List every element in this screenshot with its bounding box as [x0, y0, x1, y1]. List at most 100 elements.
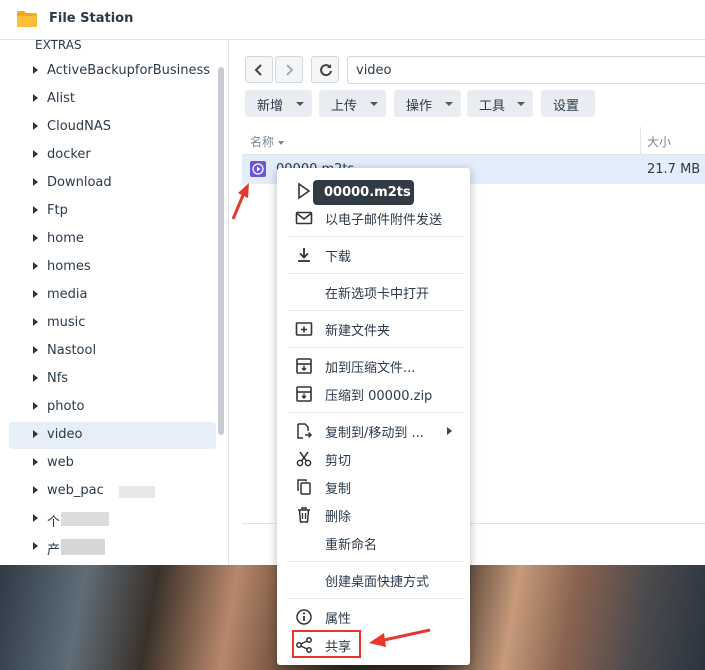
- sidebar-item-photo[interactable]: photo: [9, 394, 216, 421]
- sidebar-item-home[interactable]: home: [9, 226, 216, 253]
- tools-button[interactable]: 工具: [467, 90, 533, 117]
- blur-patch: [61, 512, 109, 526]
- submenu-arrow-icon: [447, 427, 452, 435]
- info-icon: [296, 609, 312, 625]
- column-name[interactable]: 名称: [250, 133, 284, 150]
- expand-arrow-icon[interactable]: [33, 374, 38, 382]
- menu-divider: [289, 236, 464, 237]
- expand-arrow-icon[interactable]: [33, 178, 38, 186]
- column-divider[interactable]: [640, 127, 641, 155]
- sidebar-partial-label: EXTRAS: [35, 40, 82, 52]
- menu-item-download[interactable]: 下载: [277, 242, 470, 268]
- context-menu: 播放 以电子邮件附件发送 下载 在新选项卡中打开 新建文件夹 加到压缩文件...…: [277, 168, 470, 665]
- settings-button[interactable]: 设置: [541, 90, 595, 117]
- file-size: 21.7 MB: [647, 162, 701, 177]
- sidebar-item-nastool[interactable]: Nastool: [9, 338, 216, 365]
- sidebar-item-homes[interactable]: homes: [9, 254, 216, 281]
- blur-patch: [61, 539, 105, 555]
- archive-icon: [296, 358, 312, 374]
- chevron-left-icon: [254, 64, 262, 76]
- sidebar-scrollbar[interactable]: [218, 67, 224, 435]
- back-button[interactable]: [245, 56, 273, 83]
- sidebar-item-activebackupforbusiness[interactable]: ActiveBackupforBusiness: [9, 58, 216, 85]
- expand-arrow-icon[interactable]: [33, 290, 38, 298]
- sidebar-item-download[interactable]: Download: [9, 170, 216, 197]
- menu-divider: [289, 598, 464, 599]
- refresh-icon: [320, 64, 332, 77]
- refresh-button[interactable]: [311, 56, 339, 83]
- upload-button[interactable]: 上传: [319, 90, 386, 117]
- title-bar: File Station: [0, 0, 705, 40]
- expand-arrow-icon[interactable]: [33, 234, 38, 242]
- expand-arrow-icon[interactable]: [33, 262, 38, 270]
- copy-icon: [297, 479, 311, 495]
- expand-arrow-icon[interactable]: [33, 150, 38, 158]
- menu-item-send-email[interactable]: 以电子邮件附件发送: [277, 205, 470, 231]
- filename-tooltip: 00000.m2ts: [313, 180, 414, 205]
- sidebar-item-ftp[interactable]: Ftp: [9, 198, 216, 225]
- archive-icon: [296, 386, 312, 402]
- menu-item-copy[interactable]: 复制: [277, 474, 470, 500]
- sidebar-item-music[interactable]: music: [9, 310, 216, 337]
- share-highlight-box: [292, 630, 361, 658]
- menu-item-properties[interactable]: 属性: [277, 604, 470, 630]
- mail-icon: [295, 211, 313, 225]
- create-button[interactable]: 新增: [245, 90, 312, 117]
- expand-arrow-icon[interactable]: [33, 122, 38, 130]
- action-button[interactable]: 操作: [394, 90, 461, 117]
- sidebar-item-video[interactable]: video: [9, 422, 216, 449]
- expand-arrow-icon[interactable]: [33, 514, 38, 522]
- sidebar-item-media[interactable]: media: [9, 282, 216, 309]
- menu-item-add-to-archive[interactable]: 加到压缩文件...: [277, 353, 470, 379]
- menu-item-compress-zip[interactable]: 压缩到 00000.zip: [277, 381, 470, 407]
- expand-arrow-icon[interactable]: [33, 94, 38, 102]
- sidebar-item-web-pac[interactable]: web_pac: [9, 478, 216, 505]
- app-title: File Station: [49, 11, 134, 26]
- menu-divider: [289, 412, 464, 413]
- expand-arrow-icon[interactable]: [33, 66, 38, 74]
- folder-icon: [17, 11, 37, 27]
- expand-arrow-icon[interactable]: [33, 542, 38, 550]
- video-file-icon: [250, 161, 266, 177]
- forward-button[interactable]: [275, 56, 303, 83]
- expand-arrow-icon[interactable]: [33, 346, 38, 354]
- sidebar-item-docker[interactable]: docker: [9, 142, 216, 169]
- menu-divider: [289, 273, 464, 274]
- expand-arrow-icon[interactable]: [33, 430, 38, 438]
- menu-item-create-shortcut[interactable]: 创建桌面快捷方式: [277, 567, 470, 593]
- expand-arrow-icon[interactable]: [33, 458, 38, 466]
- file-list-header: 名称 大小: [242, 127, 705, 155]
- menu-item-copy-move-to[interactable]: 复制到/移动到 ...: [277, 418, 470, 444]
- sidebar-item-nfs[interactable]: Nfs: [9, 366, 216, 393]
- menu-divider: [289, 347, 464, 348]
- sidebar-item-cloudnas[interactable]: CloudNAS: [9, 114, 216, 141]
- menu-item-rename[interactable]: 重新命名: [277, 530, 470, 556]
- menu-item-delete[interactable]: 删除: [277, 502, 470, 528]
- sidebar-item-web[interactable]: web: [9, 450, 216, 477]
- sidebar: EXTRAS ActiveBackupforBusiness Alist Clo…: [0, 40, 229, 565]
- menu-item-new-folder[interactable]: 新建文件夹: [277, 316, 470, 342]
- path-input[interactable]: video: [347, 56, 705, 84]
- sidebar-item-alist[interactable]: Alist: [9, 86, 216, 113]
- new-folder-icon: [295, 322, 313, 336]
- expand-arrow-icon[interactable]: [33, 486, 38, 494]
- expand-arrow-icon[interactable]: [33, 402, 38, 410]
- sidebar-item-product[interactable]: 产: [9, 534, 216, 561]
- sort-caret-icon: [277, 140, 284, 145]
- download-icon: [298, 248, 310, 262]
- blur-patch: [119, 486, 155, 498]
- play-icon: [298, 182, 311, 200]
- scissors-icon: [296, 451, 312, 467]
- menu-item-cut[interactable]: 剪切: [277, 446, 470, 472]
- chevron-right-icon: [286, 64, 294, 76]
- caret-down-icon: [517, 102, 525, 106]
- expand-arrow-icon[interactable]: [33, 206, 38, 214]
- caret-down-icon: [445, 102, 453, 106]
- expand-arrow-icon[interactable]: [33, 318, 38, 326]
- menu-divider: [289, 310, 464, 311]
- menu-item-open-new-tab[interactable]: 在新选项卡中打开: [277, 279, 470, 305]
- caret-down-icon: [370, 102, 378, 106]
- sidebar-item-personal[interactable]: 个: [9, 506, 216, 533]
- copy-move-icon: [297, 423, 313, 439]
- column-size[interactable]: 大小: [647, 133, 671, 150]
